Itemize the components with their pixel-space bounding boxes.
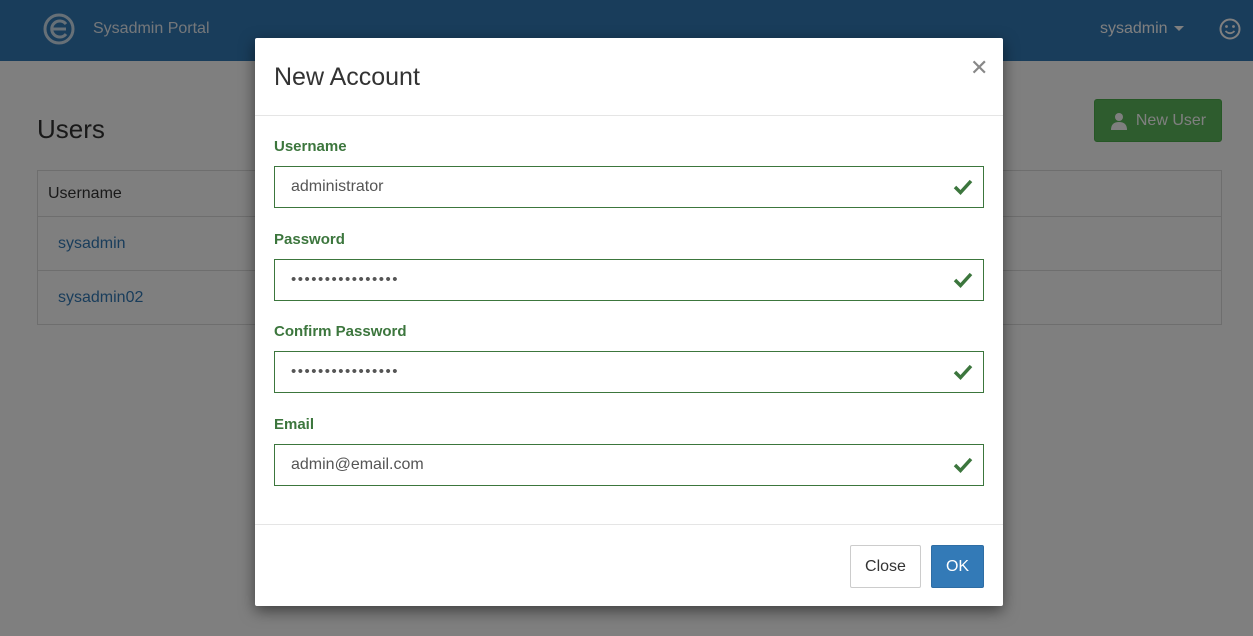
password-group: Password •••••••••••••••• <box>274 231 984 301</box>
check-icon <box>953 457 973 474</box>
email-field[interactable]: admin@email.com <box>274 444 984 486</box>
dialog-title: New Account <box>274 63 420 91</box>
confirm-password-label: Confirm Password <box>274 323 407 340</box>
close-icon[interactable]: ✕ <box>970 56 988 80</box>
email-value: admin@email.com <box>291 456 424 473</box>
password-label: Password <box>274 231 345 248</box>
username-value: administrator <box>291 178 384 195</box>
username-group: Username administrator <box>274 138 984 208</box>
username-field[interactable]: administrator <box>274 166 984 208</box>
ok-button[interactable]: OK <box>931 545 984 588</box>
dialog-footer: Close OK <box>255 524 1003 606</box>
dialog-header: New Account ✕ <box>255 38 1003 116</box>
password-value: •••••••••••••••• <box>291 271 400 288</box>
check-icon <box>953 364 973 381</box>
username-label: Username <box>274 138 347 155</box>
email-label: Email <box>274 416 315 433</box>
confirm-password-group: Confirm Password •••••••••••••••• <box>274 323 984 393</box>
password-field[interactable]: •••••••••••••••• <box>274 259 984 301</box>
new-account-dialog: New Account ✕ Username administrator Pas… <box>255 38 1003 606</box>
confirm-password-value: •••••••••••••••• <box>291 363 400 380</box>
confirm-password-field[interactable]: •••••••••••••••• <box>274 351 984 393</box>
check-icon <box>953 179 973 196</box>
close-button[interactable]: Close <box>850 545 921 588</box>
check-icon <box>953 272 973 289</box>
email-group: Email admin@email.com <box>274 416 984 486</box>
